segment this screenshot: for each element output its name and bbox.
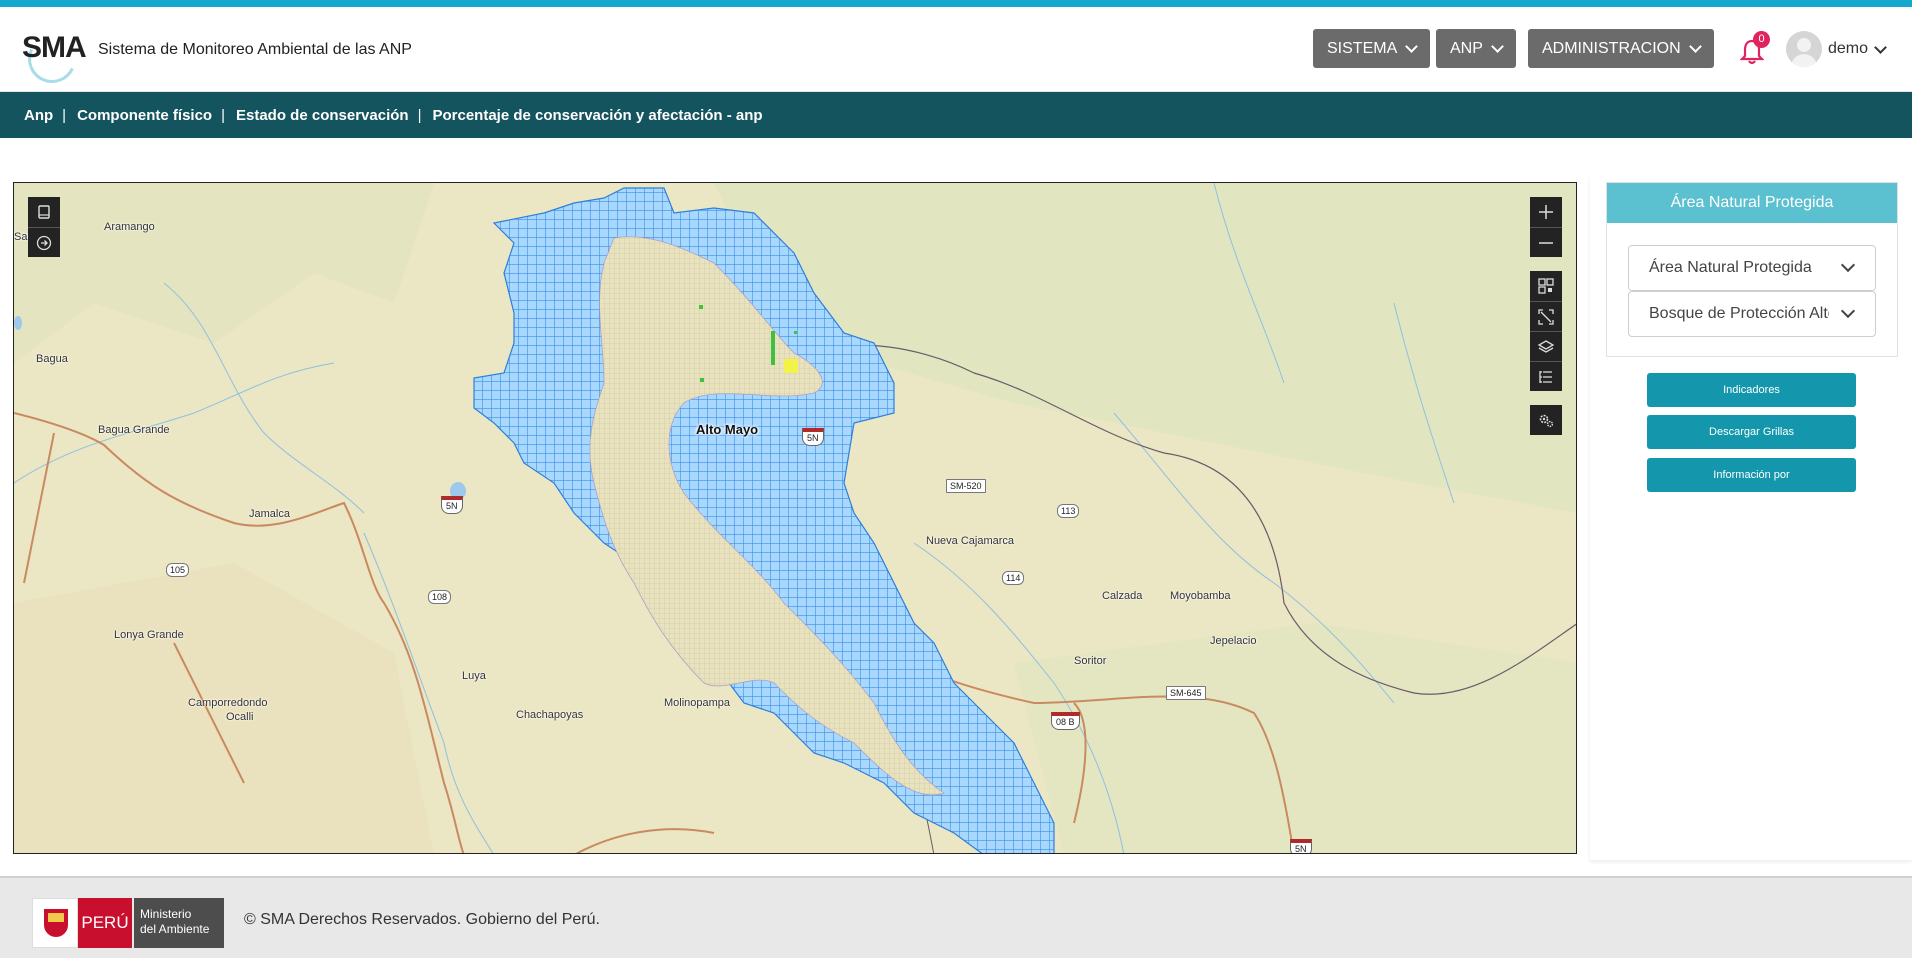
road-shield-113: 113	[1057, 504, 1080, 518]
layers-icon	[1537, 339, 1555, 353]
nav-anp-button[interactable]: ANP	[1436, 29, 1516, 68]
road-shield-5n: 5N	[1290, 839, 1312, 853]
legend-button[interactable]	[1530, 361, 1562, 391]
road-shield-105: 105	[166, 563, 190, 577]
anp-type-select[interactable]: Área Natural Protegida	[1628, 245, 1876, 291]
informacion-por-button[interactable]: Información por	[1647, 458, 1856, 492]
map-label-moyobamba: Moyobamba	[1170, 590, 1231, 602]
anp-name-select[interactable]: Bosque de Protección Alto Mayo	[1628, 291, 1876, 337]
anp-name-select-value: Bosque de Protección Alto Mayo	[1649, 305, 1829, 322]
bookmark-tool-button[interactable]	[28, 197, 60, 227]
map-label-camporredondo: Camporredondo	[188, 697, 268, 709]
chevron-down-icon	[1688, 39, 1702, 53]
map-view[interactable]: Aramango Sant Bagua Bagua Grande Jamalca…	[13, 182, 1577, 854]
map-label-ocalli: Ocalli	[226, 711, 254, 723]
breadcrumb-componente-fisico[interactable]: Componente físico	[77, 107, 212, 124]
chevron-down-icon	[1491, 39, 1504, 53]
road-shield-108: 108	[428, 590, 452, 604]
breadcrumb: Anp | Componente físico | Estado de cons…	[0, 92, 1912, 138]
chevron-down-icon	[1840, 303, 1856, 319]
map-label-jamalca: Jamalca	[249, 508, 290, 520]
road-shield-sm520: SM-520	[946, 479, 986, 493]
settings-gears-icon	[1539, 414, 1554, 428]
chevron-down-icon	[1405, 39, 1419, 53]
fullscreen-button[interactable]	[1530, 301, 1562, 331]
zoom-out-button[interactable]	[1530, 227, 1562, 257]
map-label-jepelacio: Jepelacio	[1210, 635, 1257, 647]
breadcrumb-separator: |	[62, 106, 67, 124]
nav-administracion-button[interactable]: ADMINISTRACION	[1528, 29, 1714, 68]
nav-anp-label: ANP	[1450, 39, 1483, 57]
nav-sistema-button[interactable]: SISTEMA	[1313, 29, 1431, 68]
breadcrumb-separator: |	[417, 106, 422, 124]
book-icon	[38, 205, 50, 219]
top-accent-bar	[0, 0, 1912, 7]
layers-button[interactable]	[1530, 331, 1562, 361]
zoom-in-icon	[1539, 205, 1553, 219]
road-shield-08b: 08 B	[1051, 712, 1080, 730]
map-label-aramango: Aramango	[104, 221, 155, 233]
road-shield-sm645: SM-645	[1166, 686, 1206, 700]
navigate-tool-button[interactable]	[28, 227, 60, 257]
app-footer: PERÚ Ministerio del Ambiente © SMA Derec…	[0, 876, 1912, 958]
qr-grid-tool-button[interactable]	[1530, 271, 1562, 301]
breadcrumb-anp[interactable]: Anp	[24, 107, 53, 124]
map-label-soritor: Soritor	[1074, 655, 1107, 667]
map-label-lonya-grande: Lonya Grande	[114, 629, 184, 641]
avatar-body	[1791, 54, 1817, 67]
app-header: SMA Sistema de Monitoreo Ambiental de la…	[0, 7, 1912, 92]
zoom-out-icon	[1539, 241, 1553, 244]
indicadores-button[interactable]: Indicadores	[1647, 373, 1856, 407]
breadcrumb-porcentaje[interactable]: Porcentaje de conservación y afectación …	[432, 107, 762, 124]
road-shield-5n: 5N	[441, 496, 463, 514]
chevron-down-icon[interactable]	[1874, 41, 1887, 54]
user-name[interactable]: demo	[1828, 40, 1868, 58]
road-shield-114: 114	[1002, 571, 1025, 585]
chevron-down-icon	[1840, 257, 1856, 273]
descargar-grillas-button[interactable]: Descargar Grillas	[1647, 415, 1856, 449]
map-label-calzada: Calzada	[1102, 590, 1143, 602]
anp-filter-panel: Área Natural Protegida Área Natural Prot…	[1606, 182, 1898, 357]
legend-list-icon	[1539, 370, 1552, 383]
peru-brand: PERÚ	[78, 898, 132, 948]
map-label-bagua: Bagua	[36, 353, 68, 365]
nav-administracion-label: ADMINISTRACION	[1542, 39, 1681, 57]
map-label-nueva-cajamarca: Nueva Cajamarca	[926, 535, 1015, 547]
sma-logo[interactable]: SMA	[21, 27, 87, 90]
logo-text: SMA	[22, 31, 87, 64]
fullscreen-icon	[1538, 308, 1554, 325]
copyright-text: © SMA Derechos Reservados. Gobierno del …	[244, 911, 600, 928]
qr-grid-icon	[1538, 278, 1554, 294]
road-shield-5n: 5N	[802, 428, 824, 446]
anp-type-select-value: Área Natural Protegida	[1649, 259, 1812, 276]
ministerio-line-1: Ministerio	[140, 907, 192, 921]
ministerio-brand: Ministerio del Ambiente	[134, 898, 224, 948]
map-label-molinopampa: Molinopampa	[664, 697, 731, 709]
nav-sistema-label: SISTEMA	[1327, 39, 1398, 57]
map-label-chachapoyas: Chachapoyas	[516, 709, 584, 721]
breadcrumb-estado-conservacion[interactable]: Estado de conservación	[236, 107, 409, 124]
avatar[interactable]	[1786, 31, 1822, 67]
settings-button[interactable]	[1530, 405, 1562, 435]
map-label-luya: Luya	[462, 670, 486, 682]
arrow-right-circle-icon	[36, 235, 52, 250]
zoom-in-button[interactable]	[1530, 197, 1562, 227]
notification-badge: 0	[1753, 31, 1770, 48]
peru-coat-of-arms-icon	[32, 898, 78, 948]
map-label-bagua-grande: Bagua Grande	[98, 424, 170, 436]
panel-title: Área Natural Protegida	[1607, 183, 1897, 223]
ministerio-line-2: del Ambiente	[140, 922, 210, 936]
map-label-alto-mayo: Alto Mayo	[696, 422, 759, 437]
breadcrumb-separator: |	[221, 106, 225, 124]
app-title: Sistema de Monitoreo Ambiental de las AN…	[98, 41, 412, 58]
avatar-head	[1797, 38, 1811, 52]
